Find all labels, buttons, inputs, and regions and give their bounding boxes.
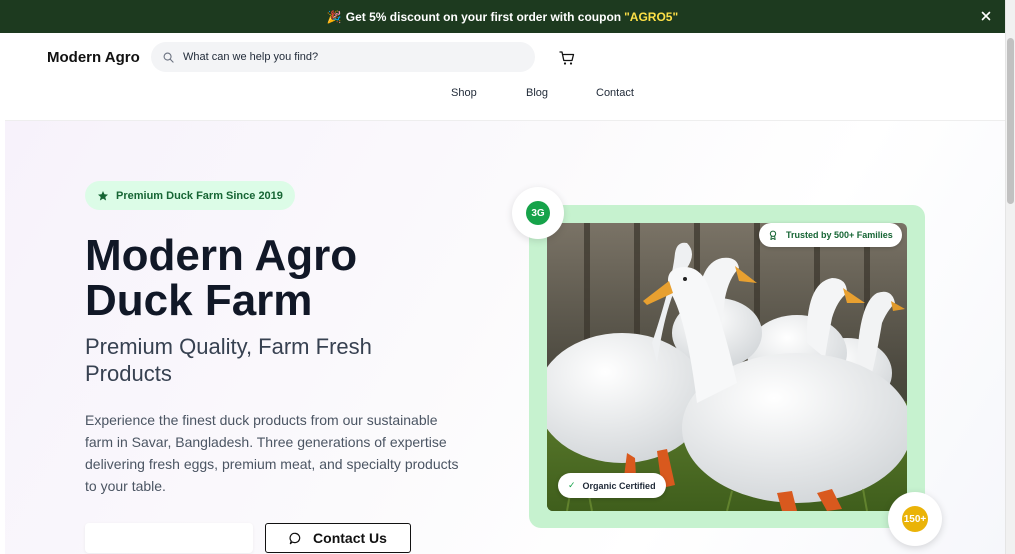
page-scrollbar[interactable] bbox=[1005, 0, 1015, 554]
trusted-label: Trusted by 500+ Families bbox=[786, 230, 893, 240]
search-input[interactable] bbox=[183, 51, 513, 63]
organic-label: Organic Certified bbox=[582, 480, 656, 491]
contact-us-button[interactable]: Contact Us bbox=[265, 523, 411, 553]
site-header: Modern Agro Shop Blog Contact bbox=[5, 33, 1005, 121]
hero-badge: Premium Duck Farm Since 2019 bbox=[85, 181, 295, 210]
hero-subtitle: Premium Quality, Farm Fresh Products bbox=[85, 334, 372, 386]
search-icon bbox=[163, 52, 174, 63]
organic-badge: ✓ Organic Certified bbox=[558, 473, 666, 498]
duck-photo bbox=[547, 223, 907, 511]
message-circle-icon bbox=[289, 532, 301, 544]
families-count-badge: 150+ bbox=[888, 492, 942, 546]
nav-contact[interactable]: Contact bbox=[596, 87, 634, 99]
hero-badge-label: Premium Duck Farm Since 2019 bbox=[116, 189, 283, 202]
hero-title: Modern Agro Duck Farm bbox=[85, 233, 505, 323]
promo-text: Get 5% discount on your first order with… bbox=[345, 9, 622, 24]
hero-section: Premium Duck Farm Since 2019 Modern Agro… bbox=[5, 121, 1005, 554]
check-icon: ✓ bbox=[568, 480, 576, 490]
scrollbar-thumb[interactable] bbox=[1007, 38, 1014, 204]
star-icon bbox=[98, 190, 108, 200]
trusted-badge: Trusted by 500+ Families bbox=[759, 223, 902, 247]
award-icon bbox=[769, 230, 777, 240]
nav-blog[interactable]: Blog bbox=[526, 87, 548, 99]
shop-now-button[interactable] bbox=[85, 523, 253, 553]
nav-shop[interactable]: Shop bbox=[451, 87, 477, 99]
hero-title-line2: Duck Farm bbox=[85, 276, 313, 325]
families-count-label: 150+ bbox=[902, 506, 928, 532]
generations-badge-label: 3G bbox=[526, 201, 550, 225]
brand-logo[interactable]: Modern Agro bbox=[47, 49, 140, 66]
search-bar bbox=[151, 42, 535, 72]
shopping-cart-icon[interactable] bbox=[559, 50, 575, 66]
contact-us-label: Contact Us bbox=[313, 530, 387, 546]
generations-badge: 3G bbox=[512, 187, 564, 239]
party-popper-icon: 🎉 bbox=[326, 9, 342, 24]
promo-banner: 🎉 Get 5% discount on your first order wi… bbox=[0, 0, 1005, 33]
hero-description: Experience the finest duck products from… bbox=[85, 412, 459, 494]
close-icon[interactable] bbox=[979, 9, 993, 23]
hero-title-line1: Modern Agro bbox=[85, 231, 358, 280]
coupon-code: "AGRO5" bbox=[624, 9, 679, 24]
